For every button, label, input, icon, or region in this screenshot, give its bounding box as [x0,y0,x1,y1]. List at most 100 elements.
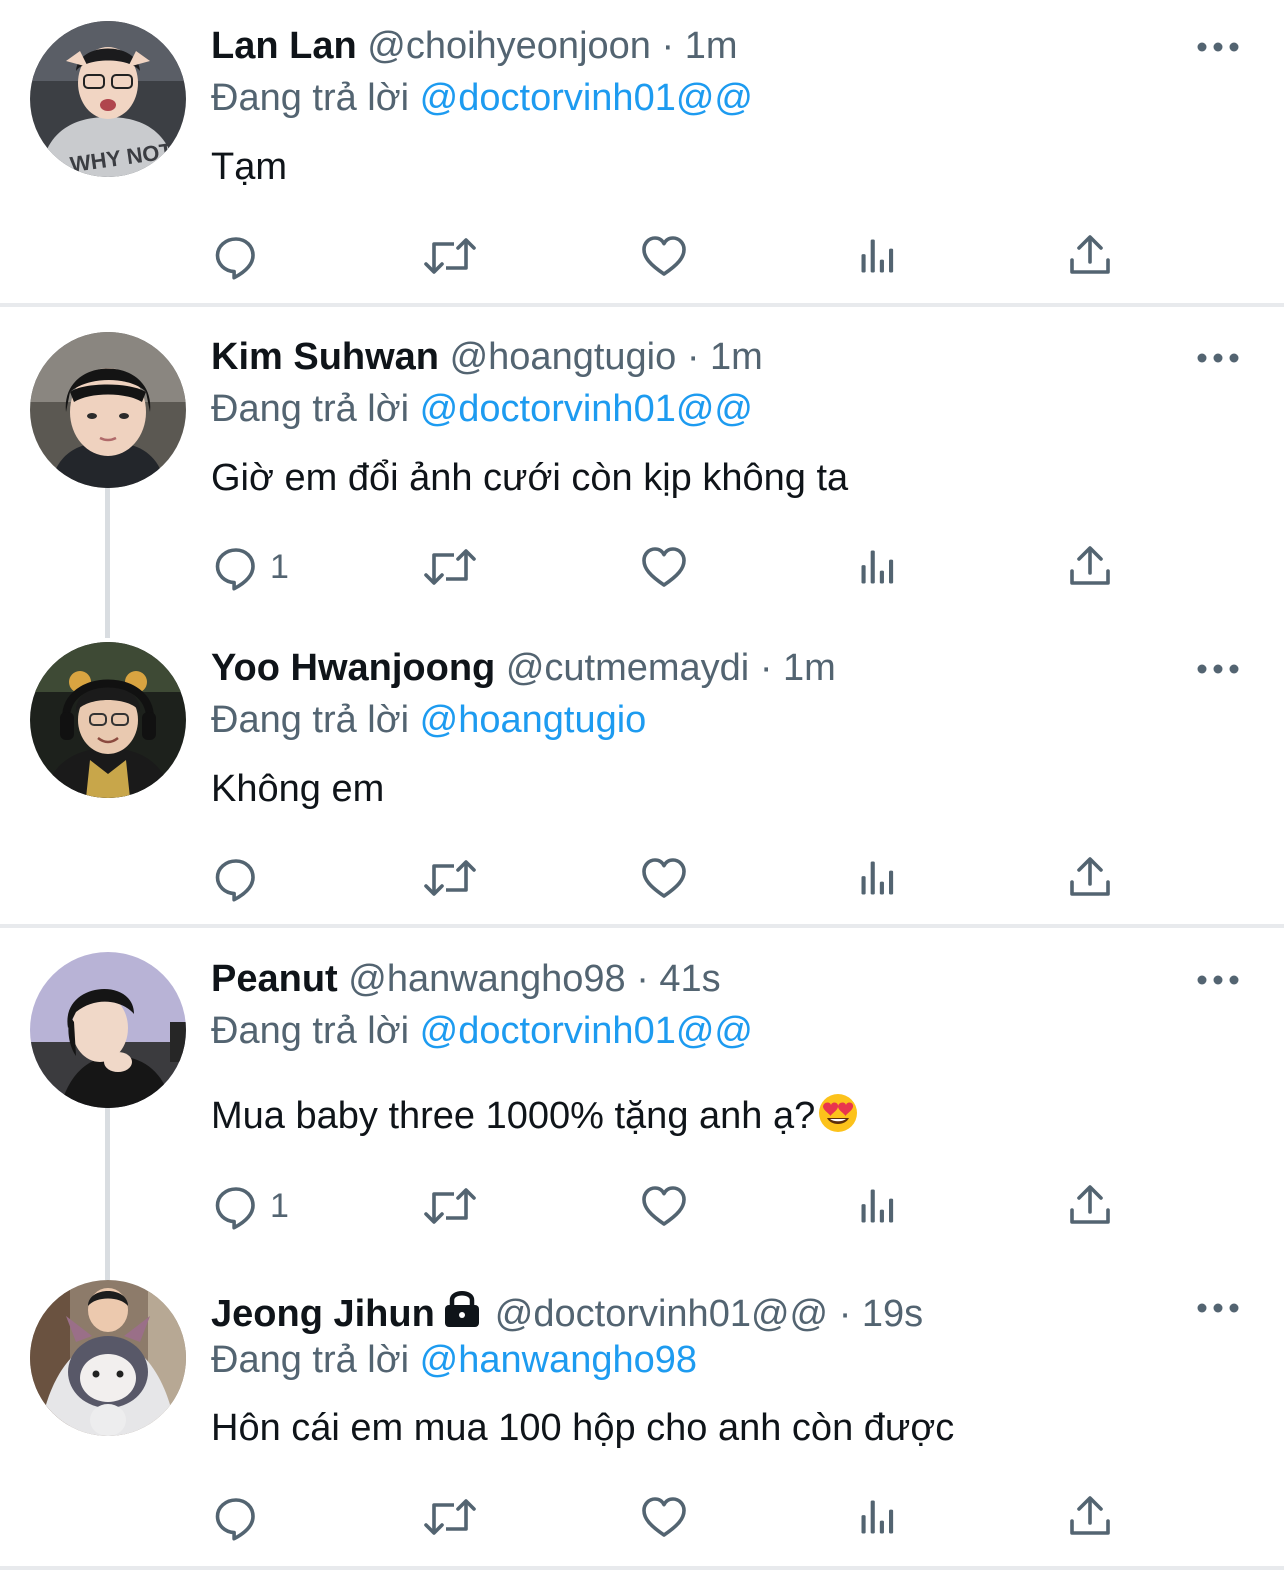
reply-button[interactable]: 1 [212,1178,289,1234]
user-handle[interactable]: @hoangtugio [450,336,677,378]
retweet-icon [422,854,478,902]
reply-prefix: Đang trả lời [211,1339,410,1381]
tweet-text: Hôn cái em mua 100 hộp cho anh còn được [211,1407,955,1449]
reply-prefix: Đang trả lời [211,77,410,119]
retweet-icon [422,232,478,280]
timestamp[interactable]: 1m [710,336,763,378]
lock-icon [444,1291,479,1327]
user-handle[interactable]: @choihyeonjoon [367,25,651,67]
like-button[interactable] [640,228,688,284]
replying-to: Đang trả lời @doctorvinh01@@ [211,1008,753,1054]
mention-link[interactable]: @hoangtugio [420,699,647,741]
more-horizontal-icon[interactable] [1196,348,1240,368]
retweet-button[interactable] [422,850,478,906]
avatar[interactable] [30,642,186,798]
separator: · [759,647,773,689]
display-name[interactable]: Peanut [211,958,338,1000]
timestamp[interactable]: 1m [783,647,836,689]
share-icon [1066,854,1114,902]
avatar[interactable] [30,1280,186,1436]
separator: · [686,336,700,378]
reply-icon [212,543,260,591]
display-name[interactable]: Yoo Hwanjoong [211,647,495,689]
views-button[interactable] [856,850,900,906]
retweet-icon [422,1493,478,1541]
views-icon [856,854,900,902]
reply-icon [212,232,260,280]
replying-to: Đang trả lời @doctorvinh01@@ [211,386,753,432]
separator: · [661,25,675,67]
heart-icon [640,543,688,591]
like-button[interactable] [640,539,688,595]
retweet-button[interactable] [422,539,478,595]
retweet-button[interactable] [422,1178,478,1234]
separator: · [838,1293,852,1335]
share-button[interactable] [1066,1178,1114,1234]
views-button[interactable] [856,1178,900,1234]
reply-icon [212,854,260,902]
views-button[interactable] [856,228,900,284]
tweet-text: Mua baby three 1000% tặng anh ạ? [211,1092,859,1139]
share-icon [1066,1493,1114,1541]
reply-prefix: Đang trả lời [211,1010,410,1052]
reply-button[interactable] [212,1489,270,1545]
tweet-text: Tạm [211,146,287,188]
like-button[interactable] [640,1178,688,1234]
display-name[interactable]: Lan Lan [211,25,357,67]
mention-link[interactable]: @doctorvinh01@@ [420,388,753,430]
avatar[interactable]: WHY NOT?! [30,21,186,177]
more-horizontal-icon[interactable] [1196,659,1240,679]
more-horizontal-icon[interactable] [1196,970,1240,990]
timestamp[interactable]: 19s [862,1293,923,1335]
reply-button[interactable]: 1 [212,539,289,595]
mention-link[interactable]: @doctorvinh01@@ [420,1010,753,1052]
action-bar [0,850,1284,906]
retweet-button[interactable] [422,1489,478,1545]
heart-icon [640,232,688,280]
views-icon [856,232,900,280]
avatar[interactable] [30,332,186,488]
tweet-header: Lan Lan @choihyeonjoon · 1m [211,23,738,69]
share-button[interactable] [1066,539,1114,595]
reply-button[interactable] [212,850,270,906]
share-button[interactable] [1066,1489,1114,1545]
retweet-button[interactable] [422,228,478,284]
reply-count: 1 [270,547,289,586]
share-icon [1066,543,1114,591]
share-button[interactable] [1066,850,1114,906]
views-button[interactable] [856,539,900,595]
user-handle[interactable]: @cutmemaydi [506,647,749,689]
like-button[interactable] [640,1489,688,1545]
heart-icon [640,1493,688,1541]
divider [0,303,1284,307]
mention-link[interactable]: @doctorvinh01@@ [420,77,753,119]
tweet-feed: WHY NOT?! Lan Lan @choihyeonjoon · 1m Đa… [0,0,1284,1574]
display-name[interactable]: Jeong Jihun [211,1293,435,1335]
more-horizontal-icon[interactable] [1196,1298,1240,1318]
mention-link[interactable]: @hanwangho98 [420,1339,697,1381]
divider [0,1566,1284,1570]
more-horizontal-icon[interactable] [1196,37,1240,57]
replying-to: Đang trả lời @hoangtugio [211,697,646,743]
replying-to: Đang trả lời @doctorvinh01@@ [211,75,753,121]
reply-icon [212,1182,260,1230]
retweet-icon [422,1182,478,1230]
action-bar: 1 [0,1178,1284,1234]
views-icon [856,1493,900,1541]
share-icon [1066,1182,1114,1230]
views-button[interactable] [856,1489,900,1545]
user-handle[interactable]: @hanwangho98 [348,958,625,1000]
share-button[interactable] [1066,228,1114,284]
display-name[interactable]: Kim Suhwan [211,336,439,378]
share-icon [1066,232,1114,280]
separator: · [636,958,649,1000]
reply-button[interactable] [212,228,270,284]
user-handle[interactable]: @doctorvinh01@@ [495,1293,828,1335]
replying-to: Đang trả lời @hanwangho98 [211,1337,697,1383]
heart-eyes-emoji [819,1094,858,1132]
reply-count: 1 [270,1186,289,1225]
avatar[interactable] [30,952,186,1108]
timestamp[interactable]: 1m [685,25,738,67]
timestamp[interactable]: 41s [659,958,720,1000]
like-button[interactable] [640,850,688,906]
